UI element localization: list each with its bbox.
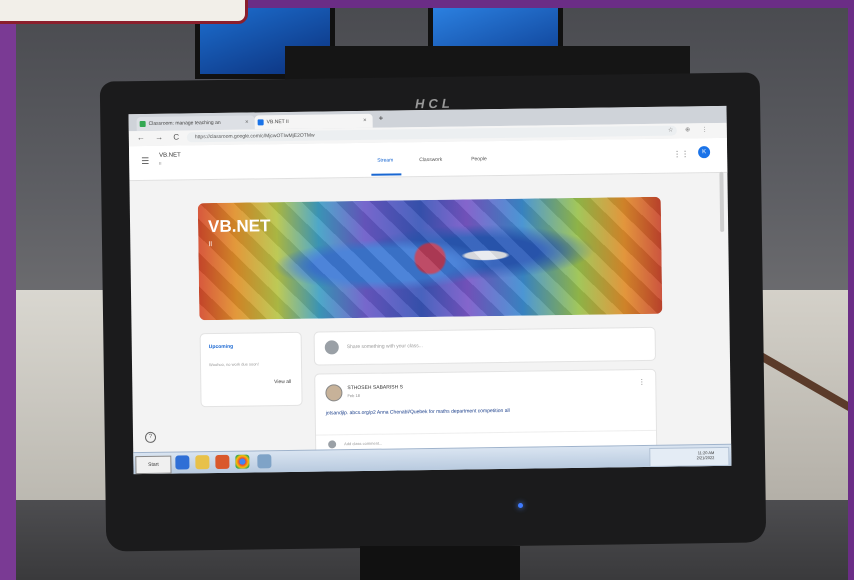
upcoming-card: Upcoming Woohoo, no work due soon! View … xyxy=(199,331,303,408)
help-icon[interactable]: ? xyxy=(144,431,157,443)
post-date: Feb 18 xyxy=(347,392,360,399)
photo-frame xyxy=(0,0,16,580)
toolbar-icons[interactable]: ☆ ⊕ ⋮ xyxy=(668,126,713,134)
comment-input[interactable]: Add class comment... xyxy=(344,441,382,447)
explorer-icon[interactable] xyxy=(195,455,210,470)
monitor-stand xyxy=(360,546,520,580)
banner-subtitle: II xyxy=(208,241,213,249)
scrollbar[interactable] xyxy=(719,171,725,232)
photo-scene: HCL 2235w Classroom: manage teaching an … xyxy=(0,0,854,580)
class-banner: VB.NET II xyxy=(197,196,663,321)
media-icon[interactable] xyxy=(215,454,230,470)
start-button[interactable]: Start xyxy=(135,455,172,475)
share-placeholder[interactable]: Share something with your class... xyxy=(347,343,423,350)
stream-post: STHOSEH SABARISH S Feb 18 ⋮ jotsandjlp. … xyxy=(314,368,658,456)
apps-grid-icon[interactable]: ⋮⋮ xyxy=(673,149,689,158)
upcoming-body: Woohoo, no work due soon! xyxy=(208,361,259,368)
active-tab-indicator xyxy=(371,173,402,176)
chrome-icon[interactable] xyxy=(235,454,250,469)
avatar[interactable]: K xyxy=(698,146,711,159)
class-name: VB.NET xyxy=(159,152,181,159)
close-icon[interactable]: × xyxy=(245,116,249,130)
tab-people[interactable]: People xyxy=(471,156,487,162)
monitor-screen: Classroom: manage teaching an × VB.NET I… xyxy=(128,105,732,475)
close-icon[interactable]: × xyxy=(363,114,367,128)
photo-frame xyxy=(848,0,854,580)
view-all-link[interactable]: View all xyxy=(274,379,291,385)
post-author: STHOSEH SABARISH S xyxy=(347,384,403,392)
tab-label: VB.NET II xyxy=(266,118,289,126)
classroom-favicon-icon xyxy=(139,120,146,128)
avatar xyxy=(324,340,339,355)
menu-icon[interactable]: ☰ xyxy=(141,156,149,167)
ie-icon[interactable] xyxy=(175,455,190,470)
classroom-favicon-icon xyxy=(257,119,264,126)
share-box[interactable]: Share something with your class... xyxy=(313,326,657,366)
post-text[interactable]: jotsandjlp. abcs.org/p2 Anna Chenabl/Que… xyxy=(326,408,510,417)
tab-stream[interactable]: Stream xyxy=(377,157,393,163)
banner-title: VB.NET xyxy=(207,216,271,237)
clock[interactable]: 11:20 AM 2/21/2022 xyxy=(696,450,715,461)
new-tab-button[interactable]: + xyxy=(379,114,384,123)
avatar xyxy=(325,384,343,402)
clock-date: 2/21/2022 xyxy=(696,455,715,461)
navigation-icons[interactable]: ← → C xyxy=(137,132,183,142)
class-section: II xyxy=(159,160,162,166)
classroom-header: ☰ VB.NET II Stream Classwork People ⋮⋮ K xyxy=(128,137,728,182)
app-icon[interactable] xyxy=(257,454,272,469)
system-tray: 11:20 AM 2/21/2022 xyxy=(649,446,730,467)
more-options-icon[interactable]: ⋮ xyxy=(638,378,645,386)
desk xyxy=(16,290,111,520)
tab-label: Classroom: manage teaching an xyxy=(148,119,221,127)
tab-classwork[interactable]: Classwork xyxy=(419,157,442,163)
power-led xyxy=(518,503,523,508)
avatar xyxy=(328,440,337,449)
caption-box xyxy=(0,0,248,24)
upcoming-title: Upcoming xyxy=(208,343,234,351)
